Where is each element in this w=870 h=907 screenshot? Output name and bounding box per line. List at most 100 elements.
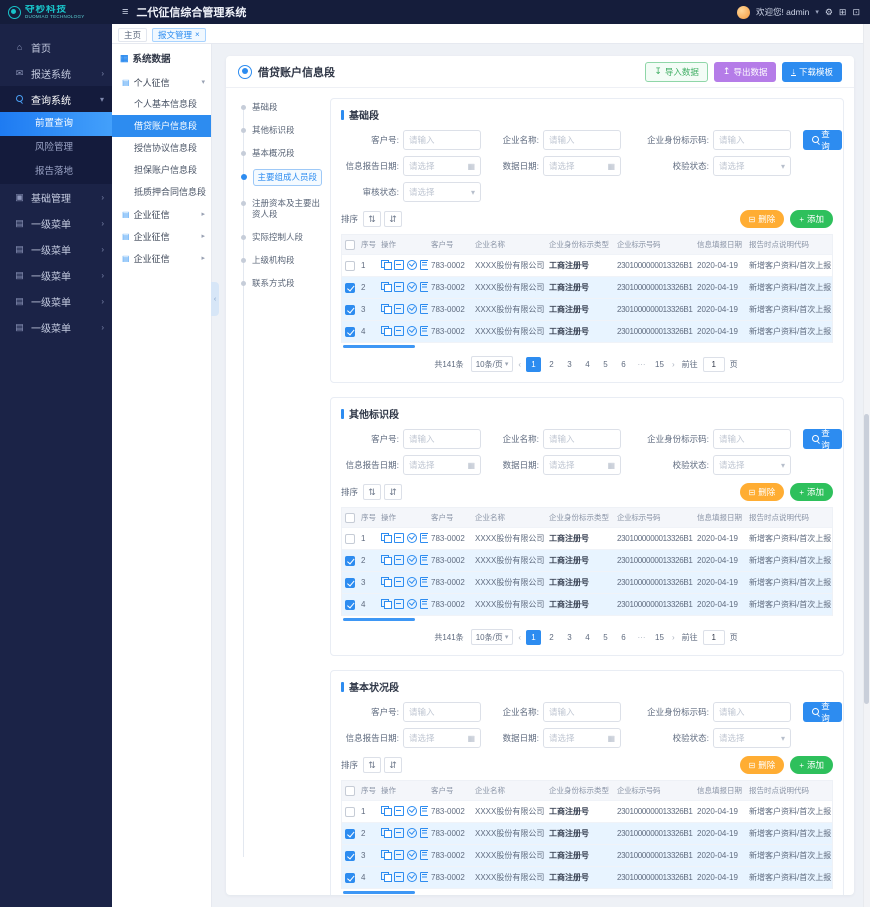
row-checkbox[interactable] xyxy=(345,261,355,271)
detail-icon[interactable] xyxy=(420,872,428,882)
import-button[interactable]: ↧导入数据 xyxy=(645,62,708,82)
sidebar-subitem[interactable]: 报告落地 xyxy=(0,160,112,184)
sidebar-item[interactable]: 查询系统▾ xyxy=(0,86,112,112)
collapse-handle[interactable]: ‹ xyxy=(211,282,219,316)
archive-icon[interactable] xyxy=(394,326,404,336)
anchor-item[interactable]: 基本概况段 xyxy=(238,148,322,159)
page-button[interactable]: 6 xyxy=(616,357,631,372)
copy-icon[interactable] xyxy=(381,326,391,336)
page-button[interactable]: 4 xyxy=(580,630,595,645)
avatar[interactable] xyxy=(737,6,750,19)
table-row[interactable]: 1783-0002XXXX股份有限公司工商注册号2301000000013326… xyxy=(342,528,832,550)
copy-icon[interactable] xyxy=(381,577,391,587)
archive-icon[interactable] xyxy=(394,533,404,543)
menu-collapse-icon[interactable]: ≡ xyxy=(122,6,128,18)
search-button[interactable]: 查询 xyxy=(803,429,842,449)
anchor-item[interactable]: 注册资本及主要出资人段 xyxy=(238,198,322,220)
select-input[interactable]: 请选择▾ xyxy=(713,455,791,475)
check-circle-icon[interactable] xyxy=(407,555,417,565)
check-circle-icon[interactable] xyxy=(407,806,417,816)
check-circle-icon[interactable] xyxy=(407,304,417,314)
sidebar-item[interactable]: ▣基础管理› xyxy=(0,184,112,210)
text-input[interactable] xyxy=(403,429,481,449)
sidebar-item[interactable]: ▤一级菜单› xyxy=(0,314,112,340)
sort-desc-button[interactable]: ⇵ xyxy=(384,211,402,227)
table-row[interactable]: 1783-0002XXXX股份有限公司工商注册号2301000000013326… xyxy=(342,255,832,277)
row-checkbox[interactable] xyxy=(345,829,355,839)
archive-icon[interactable] xyxy=(394,828,404,838)
h-scrollbar[interactable] xyxy=(343,618,415,621)
check-circle-icon[interactable] xyxy=(407,828,417,838)
table-row[interactable]: 1783-0002XXXX股份有限公司工商注册号2301000000013326… xyxy=(342,801,832,823)
sort-asc-button[interactable]: ⇅ xyxy=(363,757,381,773)
table-row[interactable]: 3783-0002XXXX股份有限公司工商注册号2301000000013326… xyxy=(342,299,832,321)
export-button[interactable]: ↥导出数据 xyxy=(714,62,777,82)
table-row[interactable]: 3783-0002XXXX股份有限公司工商注册号2301000000013326… xyxy=(342,845,832,867)
anchor-item[interactable]: 主要组成人员段 xyxy=(238,171,322,186)
archive-icon[interactable] xyxy=(394,806,404,816)
prev-page-button[interactable]: ‹ xyxy=(516,633,523,642)
sidebar-item[interactable]: ▤一级菜单› xyxy=(0,236,112,262)
archive-icon[interactable] xyxy=(394,577,404,587)
row-checkbox[interactable] xyxy=(345,283,355,293)
tree-leaf[interactable]: 个人基本信息段 xyxy=(112,93,211,115)
archive-icon[interactable] xyxy=(394,850,404,860)
page-button[interactable]: 4 xyxy=(580,357,595,372)
page-button[interactable]: 6 xyxy=(616,630,631,645)
table-row[interactable]: 2783-0002XXXX股份有限公司工商注册号2301000000013326… xyxy=(342,550,832,572)
tree-group[interactable]: ▤企业征信▸ xyxy=(112,203,211,225)
sort-desc-button[interactable]: ⇵ xyxy=(384,484,402,500)
sidebar-subitem[interactable]: 前置查询 xyxy=(0,112,112,136)
check-circle-icon[interactable] xyxy=(407,577,417,587)
copy-icon[interactable] xyxy=(381,850,391,860)
add-button[interactable]: +添加 xyxy=(790,756,833,774)
page-button[interactable]: 15 xyxy=(652,357,667,372)
sort-asc-button[interactable]: ⇅ xyxy=(363,211,381,227)
anchor-item[interactable]: 上级机构段 xyxy=(238,255,322,266)
detail-icon[interactable] xyxy=(420,326,428,336)
detail-icon[interactable] xyxy=(420,533,428,543)
prev-page-button[interactable]: ‹ xyxy=(516,360,523,369)
page-button[interactable]: 1 xyxy=(526,357,541,372)
tree-group[interactable]: ▤企业征信▸ xyxy=(112,225,211,247)
copy-icon[interactable] xyxy=(381,533,391,543)
archive-icon[interactable] xyxy=(394,872,404,882)
chevron-down-icon[interactable]: ▾ xyxy=(815,8,819,16)
add-button[interactable]: +添加 xyxy=(790,483,833,501)
detail-icon[interactable] xyxy=(420,599,428,609)
settings-icon[interactable]: ⚙ xyxy=(825,7,833,18)
date-picker[interactable]: 请选择▦ xyxy=(403,728,481,748)
anchor-item[interactable]: 基础段 xyxy=(238,102,322,113)
date-picker[interactable]: 请选择▦ xyxy=(403,156,481,176)
page-button[interactable]: 3 xyxy=(562,357,577,372)
anchor-item[interactable]: 其他标识段 xyxy=(238,125,322,136)
select-input[interactable]: 请选择▾ xyxy=(403,182,481,202)
page-scrollbar[interactable] xyxy=(863,24,870,907)
page-button[interactable]: 15 xyxy=(652,630,667,645)
sidebar-item[interactable]: ▤一级菜单› xyxy=(0,210,112,236)
text-input[interactable] xyxy=(713,130,791,150)
text-input[interactable] xyxy=(403,702,481,722)
row-checkbox[interactable] xyxy=(345,851,355,861)
detail-icon[interactable] xyxy=(420,304,428,314)
tree-group[interactable]: ▤个人征信▾ xyxy=(112,71,211,93)
check-circle-icon[interactable] xyxy=(407,850,417,860)
sidebar-item[interactable]: ▤一级菜单› xyxy=(0,288,112,314)
search-button[interactable]: 查询 xyxy=(803,130,842,150)
copy-icon[interactable] xyxy=(381,599,391,609)
goto-page-input[interactable] xyxy=(703,357,725,372)
text-input[interactable] xyxy=(543,429,621,449)
table-row[interactable]: 4783-0002XXXX股份有限公司工商注册号2301000000013326… xyxy=(342,867,832,889)
sort-asc-button[interactable]: ⇅ xyxy=(363,484,381,500)
download-button[interactable]: ↓下载模板 xyxy=(782,62,842,82)
page-button[interactable]: 3 xyxy=(562,630,577,645)
next-page-button[interactable]: › xyxy=(670,633,677,642)
fullscreen-icon[interactable]: ⊡ xyxy=(852,7,860,18)
table-row[interactable]: 2783-0002XXXX股份有限公司工商注册号2301000000013326… xyxy=(342,277,832,299)
h-scrollbar[interactable] xyxy=(343,891,415,894)
check-circle-icon[interactable] xyxy=(407,599,417,609)
table-row[interactable]: 4783-0002XXXX股份有限公司工商注册号2301000000013326… xyxy=(342,594,832,616)
table-row[interactable]: 4783-0002XXXX股份有限公司工商注册号2301000000013326… xyxy=(342,321,832,343)
check-circle-icon[interactable] xyxy=(407,533,417,543)
page-button[interactable]: 5 xyxy=(598,357,613,372)
